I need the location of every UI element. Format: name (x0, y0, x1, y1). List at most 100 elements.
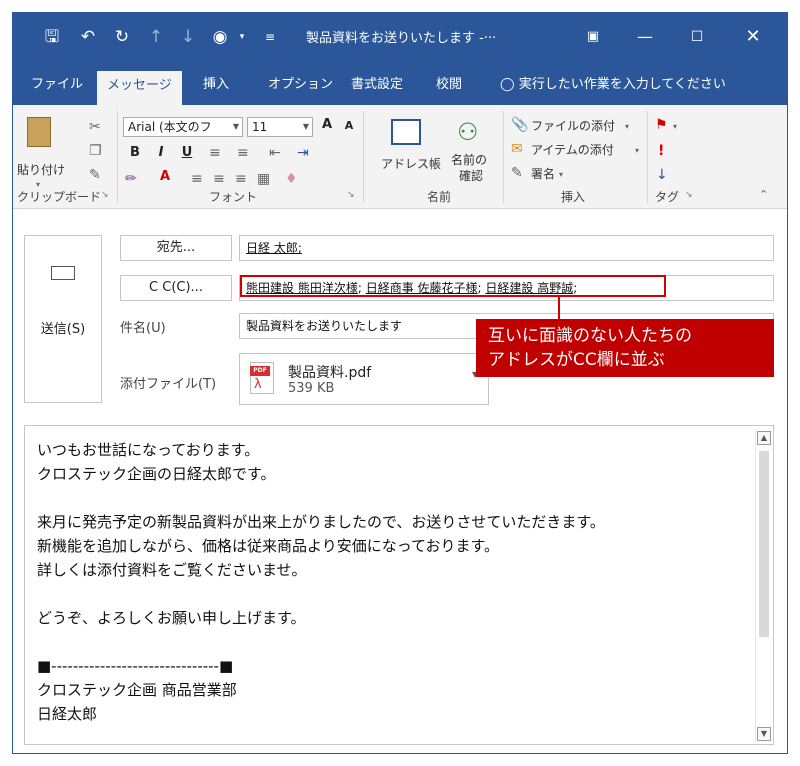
font-launcher-icon[interactable]: ↘ (347, 190, 355, 200)
title-bar: 🖫 ↶ ↻ ↑ ↓ ◉ ▾ ≡ 製品資料をお送りいたします -··· ▣ — ☐… (13, 13, 787, 61)
scroll-down-icon[interactable]: ▼ (757, 727, 771, 741)
customize-toolbar-icon[interactable]: ≡ (259, 25, 281, 49)
group-tags-label: タグ (655, 190, 680, 204)
attach-file-button[interactable]: ファイルの添付 (531, 117, 615, 134)
chevron-down-icon[interactable]: ▾ (625, 119, 629, 135)
tell-me-box[interactable]: ◯ 実行したい作業を入力してください (500, 73, 726, 97)
italic-button[interactable]: I (151, 145, 171, 160)
body-line: どうぞ、よろしくお願い申し上げます。 (37, 609, 306, 627)
send-icon (51, 266, 75, 280)
signature-button[interactable]: 署名 (531, 165, 555, 182)
numbering-icon[interactable]: ≡ (237, 145, 249, 161)
undo-icon[interactable]: ↶ (77, 25, 99, 49)
collapse-ribbon-icon[interactable]: ⌃ (759, 187, 768, 203)
group-insert-label: 挿入 (561, 190, 586, 204)
body-line: 来月に発売予定の新製品資料が出来上がりましたので、お送りさせていただきます。 (37, 513, 605, 531)
lightbulb-icon: ◯ (500, 77, 515, 92)
tell-me-text: 実行したい作業を入力してください (518, 77, 726, 92)
body-line: 日経太郎 (37, 705, 98, 723)
address-book-label[interactable]: アドレス帳 (381, 155, 441, 172)
group-separator (647, 111, 648, 203)
tab-file[interactable]: ファイル (31, 73, 83, 97)
pdf-icon: PDF λ (250, 362, 274, 394)
group-separator (503, 111, 504, 203)
paste-label[interactable]: 貼り付け (17, 161, 65, 178)
bullets-icon[interactable]: ≡ (209, 145, 221, 161)
group-names-label: 名前 (427, 190, 452, 204)
tab-format-text[interactable]: 書式設定 (351, 73, 403, 97)
chevron-down-icon[interactable]: ▾ (673, 119, 677, 135)
check-names-icon[interactable]: ⚇ (457, 117, 479, 147)
highlight-icon[interactable]: ✏ (125, 171, 137, 187)
message-body[interactable]: いつもお世話になっております。 クロステック企画の日経太郎です。 来月に発売予定… (24, 425, 774, 745)
low-importance-icon[interactable]: ↓ (656, 167, 668, 183)
align-center-icon[interactable]: ≡ (213, 171, 225, 187)
address-book-icon[interactable] (391, 119, 421, 145)
tags-launcher-icon[interactable]: ↘ (685, 190, 693, 200)
minimize-button[interactable]: — (625, 21, 665, 53)
group-font-label: フォント (209, 190, 258, 204)
body-line: 詳しくは添付資料をご覧くださいませ。 (37, 561, 307, 579)
redo-icon[interactable]: ↻ (111, 25, 133, 49)
window-title: 製品資料をお送りいたします -··· (306, 31, 497, 46)
scroll-thumb[interactable] (759, 451, 769, 637)
tab-review[interactable]: 校閲 (436, 73, 462, 97)
clear-format-icon[interactable]: ♦ (285, 171, 298, 187)
font-color-button[interactable]: A (155, 169, 175, 184)
shrink-font-button[interactable]: A (339, 119, 359, 132)
chevron-down-icon[interactable]: ▾ (635, 143, 639, 159)
tab-insert[interactable]: 挿入 (203, 73, 229, 97)
cut-icon[interactable]: ✂ (89, 119, 101, 135)
clipboard-launcher-icon[interactable]: ↘ (101, 190, 109, 200)
paste-icon[interactable] (27, 117, 51, 147)
body-line: 新機能を追加しながら、価格は従来商品より安価になっております。 (37, 537, 500, 555)
ribbon-tabs: ファイル メッセージ 挿入 オプション 書式設定 校閲 ◯ 実行したい作業を入力… (13, 61, 787, 105)
attach-item-button[interactable]: アイテムの添付 (531, 141, 614, 158)
annotation-callout: 互いに面識のない人たちの アドレスがCC欄に並ぶ (476, 319, 774, 377)
close-button[interactable]: ✕ (733, 21, 773, 53)
tab-options[interactable]: オプション (268, 73, 333, 97)
message-body-text: いつもお世話になっております。 クロステック企画の日経太郎です。 来月に発売予定… (37, 438, 605, 726)
body-line: クロステック企画 商品営業部 (37, 681, 237, 699)
dropdown-arrow-icon[interactable]: ▾ (231, 25, 253, 49)
body-line (37, 630, 605, 654)
check-names-label-2[interactable]: 確認 (459, 167, 483, 184)
copy-icon[interactable]: ❐ (89, 143, 102, 159)
to-field[interactable]: 日経 太郎; (239, 235, 774, 261)
maximize-button[interactable]: ☐ (677, 21, 717, 53)
font-name-select[interactable]: Arial (本文のフ ▼ (123, 117, 243, 137)
send-button[interactable]: 送信(S) (24, 235, 102, 403)
group-separator (363, 111, 364, 203)
paperclip-icon: 📎 (511, 117, 529, 133)
attachment-item[interactable]: PDF λ 製品資料.pdf 539 KB ▼ (239, 353, 489, 405)
cc-highlight-box (240, 275, 666, 297)
chevron-down-icon[interactable]: ▾ (559, 167, 563, 183)
grow-font-button[interactable]: A (317, 117, 337, 132)
save-icon[interactable]: 🖫 (41, 25, 63, 49)
bold-button[interactable]: B (125, 145, 145, 160)
format-painter-icon[interactable]: ✎ (89, 167, 101, 183)
underline-button[interactable]: U (177, 145, 197, 160)
cc-button[interactable]: C C(C)... (120, 275, 232, 301)
arrow-down-icon[interactable]: ↓ (177, 25, 199, 49)
align-left-icon[interactable]: ≡ (191, 171, 203, 187)
high-importance-icon[interactable]: ! (658, 143, 664, 159)
vertical-scrollbar[interactable]: ▲ ▼ (755, 429, 771, 743)
font-size-select[interactable]: 11 ▼ (247, 117, 313, 137)
subject-label: 件名(U) (120, 321, 166, 336)
justify-icon[interactable]: ▦ (257, 171, 270, 187)
follow-up-flag-icon[interactable]: ⚑ (655, 117, 668, 133)
ribbon-display-icon[interactable]: ▣ (573, 21, 613, 53)
scroll-up-icon[interactable]: ▲ (757, 431, 771, 445)
check-names-label-1[interactable]: 名前の (451, 151, 487, 168)
body-line: いつもお世話になっております。 (37, 441, 260, 459)
arrow-up-icon[interactable]: ↑ (145, 25, 167, 49)
ribbon: 貼り付け ▾ ✂ ❐ ✎ クリップボード ↘ Arial (本文のフ ▼ 11 ▼ … (13, 105, 787, 209)
quick-access-icon[interactable]: ◉ (209, 25, 231, 49)
to-button[interactable]: 宛先... (120, 235, 232, 261)
chevron-down-icon: ▼ (232, 122, 239, 131)
decrease-indent-icon[interactable]: ⇤ (269, 145, 281, 161)
tab-message[interactable]: メッセージ (97, 71, 182, 105)
align-right-icon[interactable]: ≡ (235, 171, 247, 187)
increase-indent-icon[interactable]: ⇥ (297, 145, 309, 161)
